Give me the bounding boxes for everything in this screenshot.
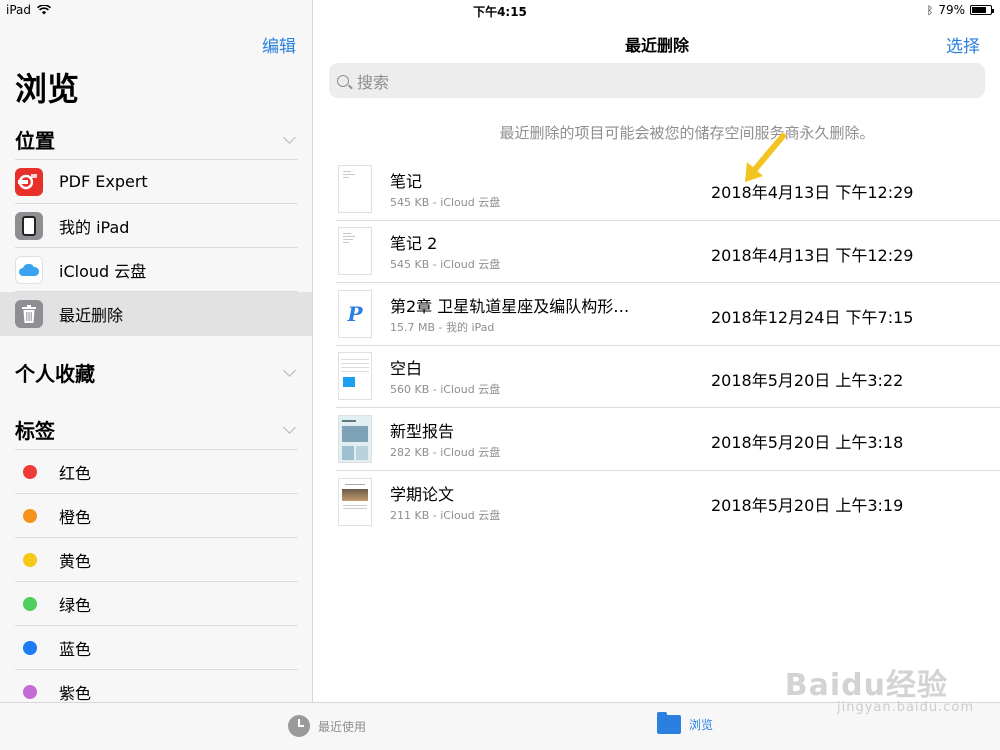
battery-icon [970,5,994,15]
sidebar-item-my-ipad[interactable]: 我的 iPad [15,204,298,248]
tag-color-dot [23,640,37,655]
file-list: 笔记 545 KB - iCloud 云盘 2018年4月13日 下午12:29… [336,158,1000,533]
locations-header-label: 位置 [15,129,55,153]
file-date: 2018年4月13日 下午12:29 [711,245,914,265]
bluetooth-icon: ᛒ [926,3,934,17]
file-thumbnail [338,164,372,213]
sidebar-item-label: iCloud 云盘 [59,261,147,281]
tab-label: 浏览 [689,718,714,732]
tag-label: 红色 [59,463,92,483]
file-name: 笔记 [390,171,423,191]
file-thumbnail [338,227,372,276]
tag-color-dot [23,685,37,699]
clock-icon [288,715,310,737]
pages-p-icon: P [347,301,363,326]
file-thumbnail [338,414,372,463]
file-row[interactable]: 笔记 2 545 KB - iCloud 云盘 2018年4月13日 下午12:… [336,221,1000,283]
sidebar-item-recently-deleted[interactable]: 最近删除 [0,292,312,336]
sidebar-item-icloud[interactable]: iCloud 云盘 [15,248,298,292]
file-row[interactable]: 空白 560 KB - iCloud 云盘 2018年5月20日 上午3:22 [336,346,1000,408]
sidebar-item-label: PDF Expert [59,172,148,191]
file-date: 2018年12月24日 下午7:15 [711,308,914,327]
locations-section: 位置 PDF Expert 我的 iPad iCloud 云盘 最近删除 [0,120,312,336]
favorites-header-label: 个人收藏 [15,361,95,386]
ipad-icon [15,211,43,240]
watermark: Baidu经验 [784,668,948,703]
edit-button[interactable]: 编辑 [262,32,296,57]
search-icon [337,74,349,87]
tab-recents[interactable]: 最近使用 [288,715,366,737]
tags-header[interactable]: 标签 [15,410,298,450]
tag-color-dot [23,552,37,567]
file-name: 第2章 卫星轨道星座及编队构形… [390,296,630,316]
tab-label: 最近使用 [318,719,367,734]
tag-item-red[interactable]: 红色 [15,450,298,494]
select-button[interactable]: 选择 [946,32,980,57]
deletion-notice: 最近删除的项目可能会被您的储存空间服务商永久删除。 [499,124,875,142]
sidebar-item-pdf-expert[interactable]: PDF Expert [15,160,298,204]
file-meta: 545 KB - iCloud 云盘 [390,195,501,209]
main-panel: 最近删除 选择 搜索 最近删除的项目可能会被您的储存空间服务商永久删除。 笔记 … [314,0,1000,702]
locations-header[interactable]: 位置 [15,120,298,160]
file-row[interactable]: 学期论文 211 KB - iCloud 云盘 2018年5月20日 上午3:1… [336,471,1000,534]
file-name: 空白 [390,359,423,379]
tag-item-blue[interactable]: 蓝色 [15,626,298,670]
file-meta: 560 KB - iCloud 云盘 [390,383,501,397]
icloud-icon [15,255,43,284]
pdf-expert-icon [15,167,43,196]
tags-header-label: 标签 [15,419,55,443]
sidebar-item-label: 我的 iPad [59,217,130,237]
file-date: 2018年5月20日 上午3:18 [711,433,904,452]
status-time: 下午4:15 [473,5,527,19]
file-row[interactable]: P 第2章 卫星轨道星座及编队构形… 15.7 MB - 我的 iPad 201… [336,283,1000,346]
favorites-header[interactable]: 个人收藏 [15,352,298,392]
file-date: 2018年5月20日 上午3:19 [711,495,904,515]
favorites-section: 个人收藏 [15,352,298,392]
file-thumbnail [338,352,372,401]
watermark-url: jingyan.baidu.com [837,700,974,715]
file-name: 学期论文 [390,484,455,504]
folder-icon [657,712,681,734]
tag-label: 绿色 [59,595,92,615]
file-meta: 211 KB - iCloud 云盘 [390,508,501,522]
page-title: 最近删除 [624,36,689,55]
tab-browse[interactable]: 浏览 [657,712,714,734]
tag-item-orange[interactable]: 橙色 [15,494,298,538]
sidebar: 编辑 浏览 位置 PDF Expert 我的 iPad iCloud 云盘 最近… [0,0,313,702]
file-meta: 545 KB - iCloud 云盘 [390,258,501,272]
tag-color-dot [23,596,37,611]
chevron-down-icon[interactable] [283,363,296,377]
search-input[interactable]: 搜索 [329,63,985,98]
status-bar: iPad 下午4:15 ᛒ 79% [0,0,1000,20]
file-row[interactable]: 新型报告 282 KB - iCloud 云盘 2018年5月20日 上午3:1… [336,408,1000,471]
file-thumbnail [338,477,372,526]
file-name: 新型报告 [390,421,455,441]
chevron-down-icon[interactable] [283,421,296,434]
sidebar-item-label: 最近删除 [59,306,124,325]
chevron-down-icon[interactable] [283,131,296,144]
battery-percent: 79% [938,3,965,17]
file-meta: 282 KB - iCloud 云盘 [390,445,501,459]
annotation-arrow-icon [745,133,786,182]
tag-label: 橙色 [59,507,92,527]
tag-label: 紫色 [59,684,92,702]
file-thumbnail: P [338,289,372,338]
tag-color-dot [23,464,37,479]
tag-item-purple[interactable]: 紫色 [15,670,298,702]
tag-label: 蓝色 [59,639,92,659]
tags-section: 标签 红色 橙色 黄色 绿色 蓝色 紫色 [15,410,298,702]
search-placeholder: 搜索 [357,72,390,92]
trash-icon [15,300,43,328]
tag-color-dot [23,508,37,523]
file-row[interactable]: 笔记 545 KB - iCloud 云盘 2018年4月13日 下午12:29 [336,158,1000,221]
file-name: 笔记 2 [390,234,438,254]
tag-item-yellow[interactable]: 黄色 [15,538,298,582]
tag-label: 黄色 [59,551,92,571]
file-date: 2018年5月20日 上午3:22 [711,370,904,390]
tag-item-green[interactable]: 绿色 [15,582,298,626]
sidebar-title: 浏览 [15,70,80,108]
file-meta: 15.7 MB - 我的 iPad [390,320,495,334]
